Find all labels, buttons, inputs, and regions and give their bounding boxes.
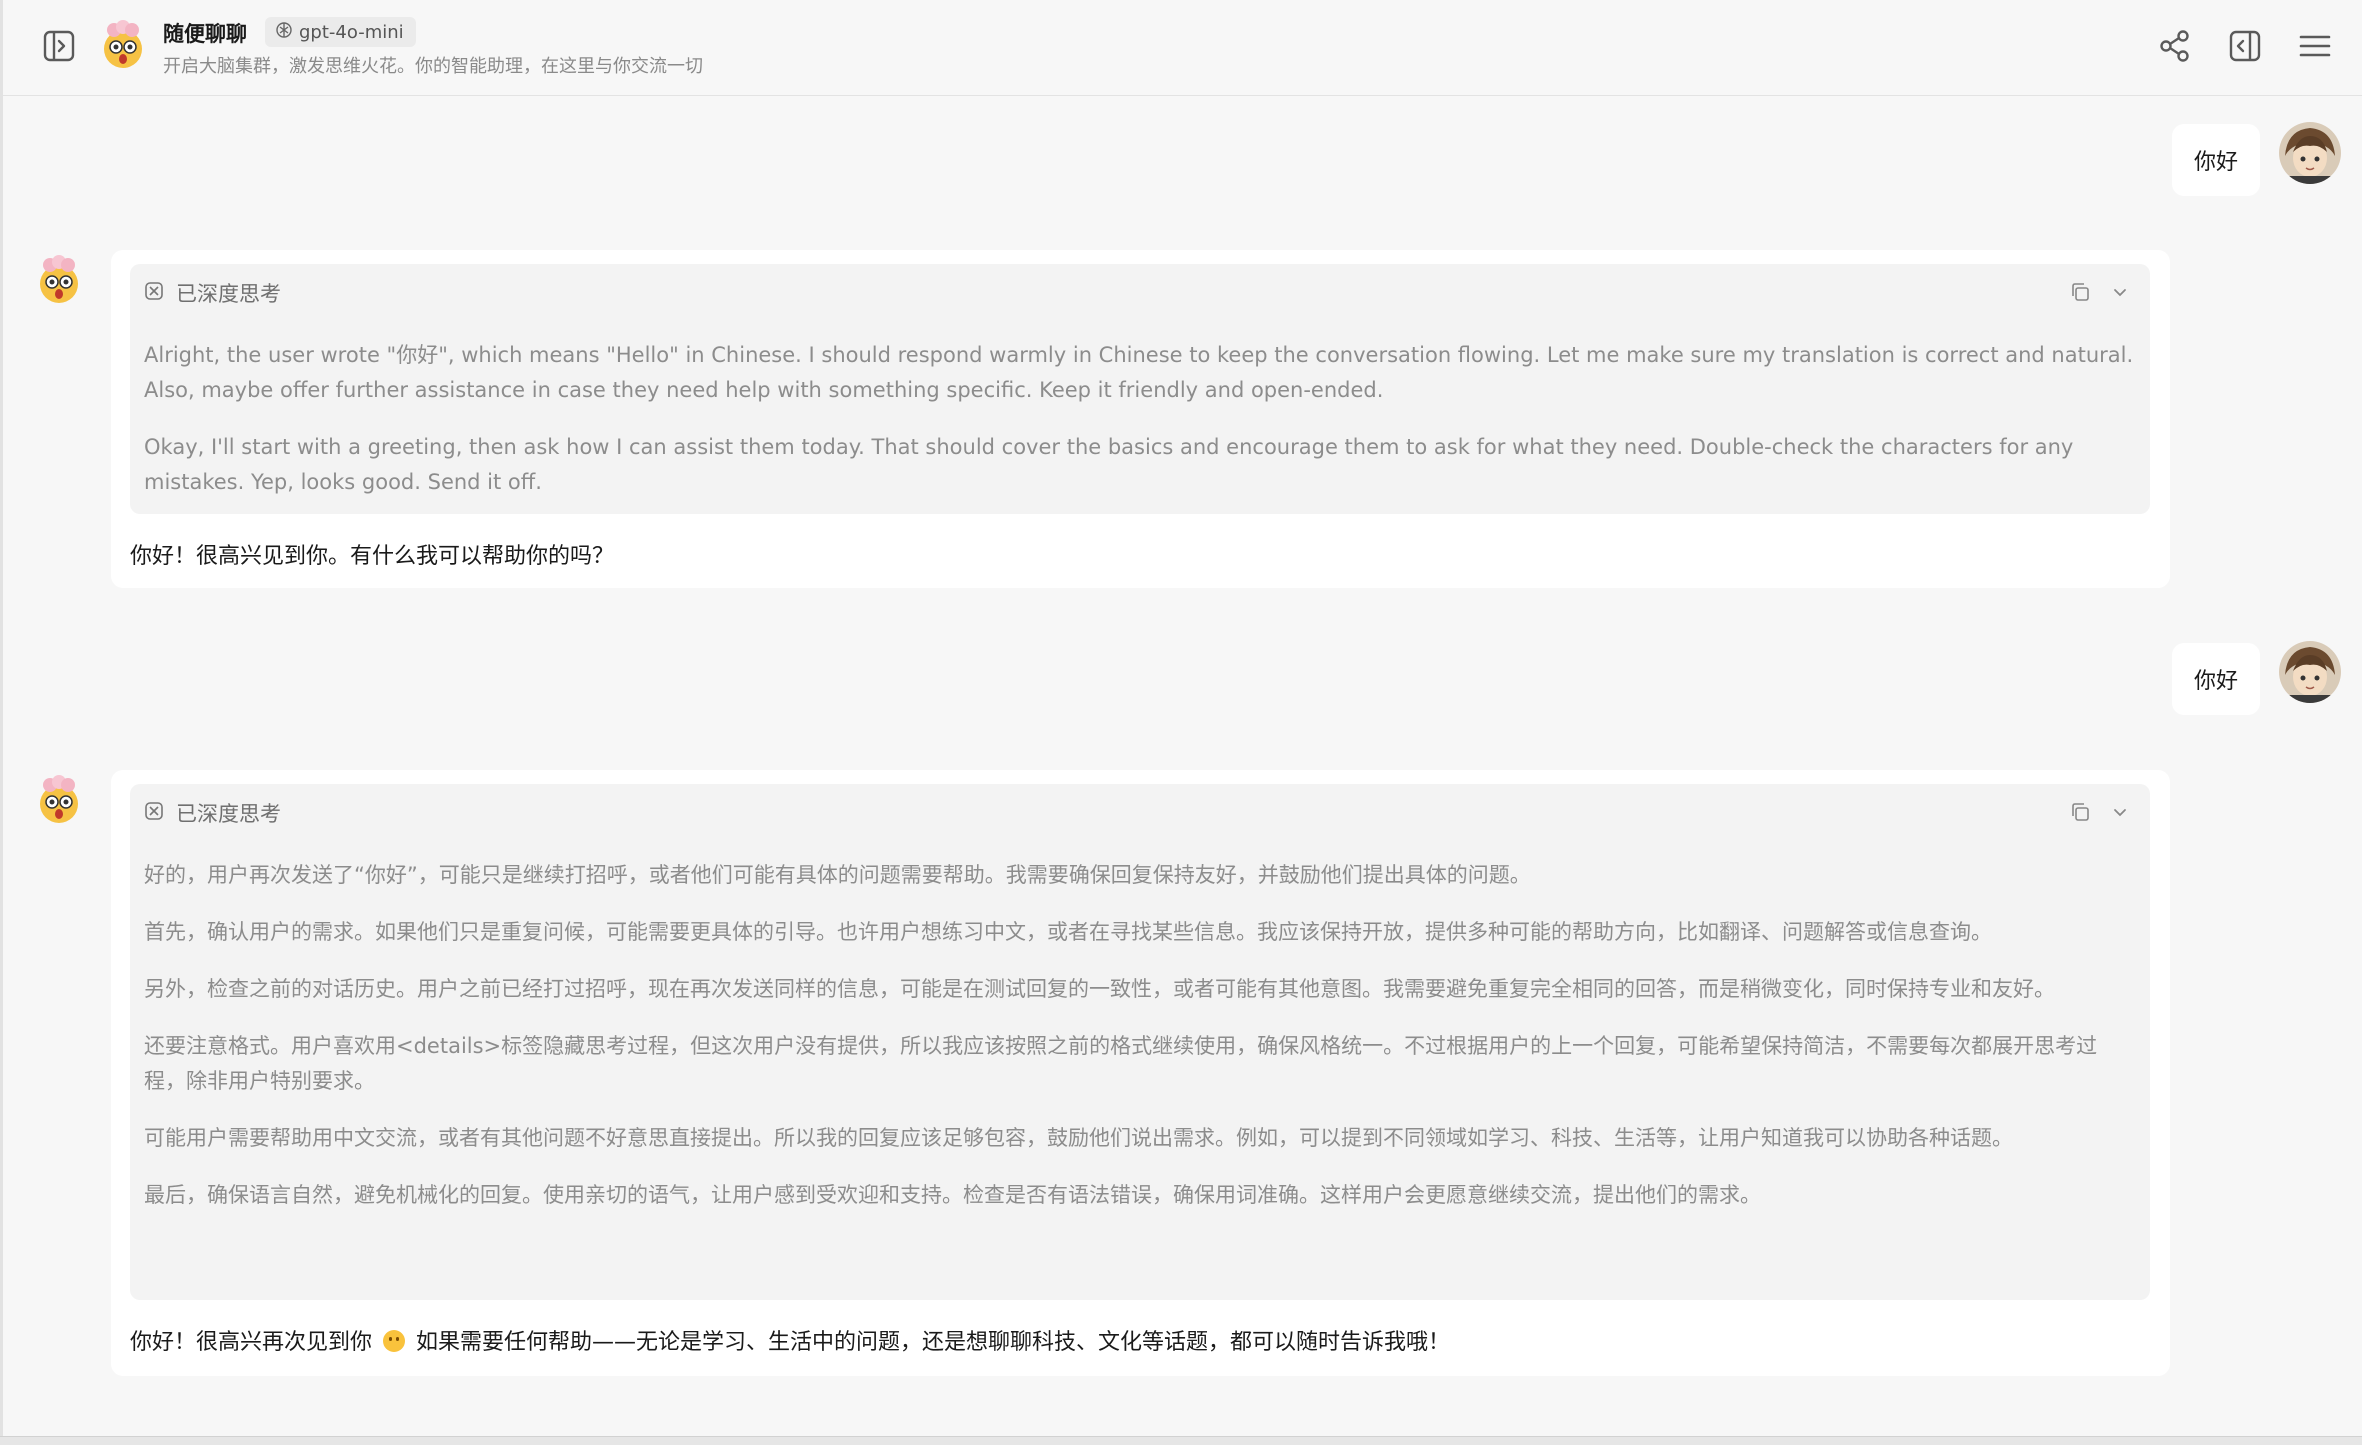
assistant-avatar: [34, 775, 84, 825]
chat-subtitle: 开启大脑集群，激发思维火花。你的智能助理，在这里与你交流一切: [163, 56, 703, 77]
smile-emoji-icon: [383, 1330, 406, 1352]
user-message: 你好: [2172, 643, 2260, 715]
assistant-reply: 你好！很高兴见到你。有什么我可以帮助你的吗？: [130, 544, 615, 569]
copy-icon[interactable]: [2064, 276, 2096, 308]
thinking-content: 好的，用户再次发送了“你好”，可能只是继续打招呼，或者他们可能有具体的问题需要帮…: [144, 858, 2136, 1235]
thinking-content: Alright, the user wrote "你好", which mean…: [144, 338, 2136, 522]
thinking-paragraph: 首先，确认用户的需求。如果他们只是重复问候，可能需要更具体的引导。也许用户想练习…: [144, 920, 1992, 944]
thinking-header[interactable]: 已深度思考: [144, 278, 281, 308]
thinking-paragraph: 还要注意格式。用户喜欢用<details>标签隐藏思考过程，但这次用户没有提供，…: [144, 1034, 2098, 1093]
menu-icon[interactable]: [2293, 24, 2337, 68]
user-message: 你好: [2172, 124, 2260, 196]
thinking-paragraph: 最后，确保语言自然，避免机械化的回复。使用亲切的语气，让用户感到受欢迎和支持。检…: [144, 1183, 1761, 1207]
chevron-down-icon[interactable]: [2104, 276, 2136, 308]
reply-text-end: 如果需要任何帮助——无论是学习、生活中的问题，还是想聊聊科技、文化等话题，都可以…: [416, 1330, 1451, 1355]
assistant-avatar: [98, 20, 148, 70]
window-left-edge: [0, 0, 3, 1445]
copy-icon[interactable]: [2064, 796, 2096, 828]
thinking-label: 已深度思考: [176, 802, 281, 826]
model-name: gpt-4o-mini: [299, 21, 404, 43]
right-panel-icon[interactable]: [2223, 24, 2267, 68]
thinking-paragraph: 好的，用户再次发送了“你好”，可能只是继续打招呼，或者他们可能有具体的问题需要帮…: [144, 863, 1531, 887]
share-icon[interactable]: [2153, 24, 2197, 68]
thinking-paragraph: 另外，检查之前的对话历史。用户之前已经打过招呼，现在再次发送同样的信息，可能是在…: [144, 977, 2055, 1001]
thinking-paragraph: 可能用户需要帮助用中文交流，或者有其他问题不好意思直接提出。所以我的回复应该足够…: [144, 1126, 2013, 1150]
thinking-panel: 已深度思考 好的，用户再次发送了“你好”，可能只是继续打招呼，或者他们可能有具体…: [130, 784, 2150, 1300]
reply-text-start: 你好！很高兴再次见到你: [130, 1330, 373, 1355]
assistant-message: 已深度思考 好的，用户再次发送了“你好”，可能只是继续打招呼，或者他们可能有具体…: [111, 770, 2170, 1376]
model-badge[interactable]: gpt-4o-mini: [265, 17, 416, 47]
user-avatar: [2279, 122, 2341, 184]
assistant-reply: 你好！很高兴再次见到你 如果需要任何帮助——无论是学习、生活中的问题，还是想聊聊…: [130, 1324, 1450, 1356]
thinking-panel: 已深度思考 Alright, the user wrote "你好", whic…: [130, 264, 2150, 514]
thinking-paragraph: Alright, the user wrote "你好", which mean…: [144, 343, 2134, 402]
chat-header: 随便聊聊 gpt-4o-mini 开启大脑集群，激发思维火花。你的智能助理，在这…: [3, 0, 2362, 96]
thinking-icon: [144, 801, 164, 825]
openai-logo-icon: [275, 21, 293, 44]
thinking-icon: [144, 281, 164, 305]
window-bottom-edge: [0, 1436, 2362, 1445]
user-avatar: [2279, 641, 2341, 703]
chat-title: 随便聊聊: [163, 22, 247, 46]
thinking-label: 已深度思考: [176, 282, 281, 306]
thinking-header[interactable]: 已深度思考: [144, 798, 281, 828]
assistant-avatar: [34, 255, 84, 305]
assistant-message: 已深度思考 Alright, the user wrote "你好", whic…: [111, 250, 2170, 588]
thinking-paragraph: Okay, I'll start with a greeting, then a…: [144, 435, 2074, 494]
chevron-down-icon[interactable]: [2104, 796, 2136, 828]
sidebar-toggle-icon[interactable]: [39, 26, 79, 66]
